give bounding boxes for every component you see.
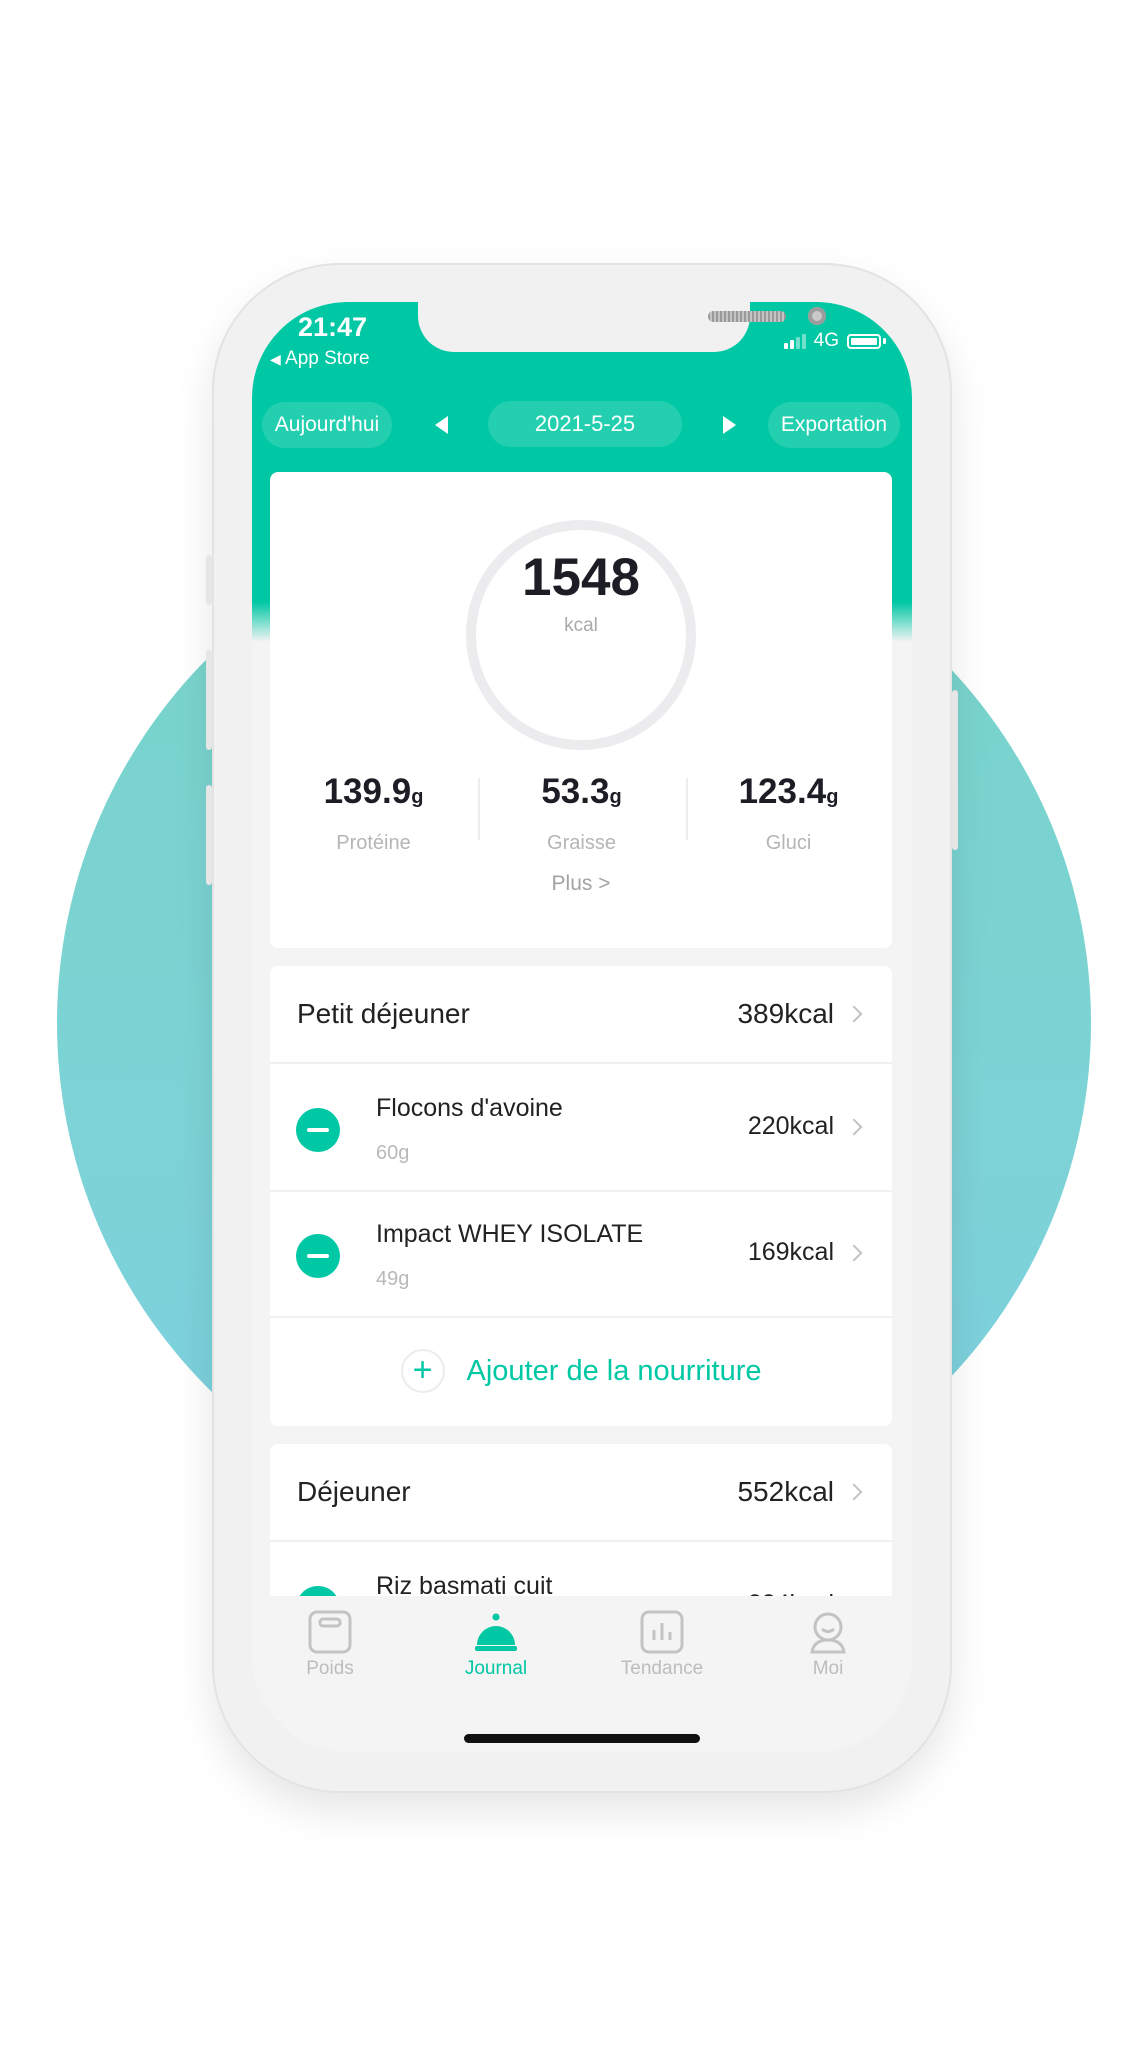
plus-icon: + (400, 1349, 445, 1393)
meal-calories: 389kcal (737, 998, 834, 1029)
meal-name: Déjeuner (297, 1476, 411, 1507)
network-label: 4G (813, 330, 839, 351)
food-cloche-icon (474, 1610, 518, 1654)
previous-day-icon[interactable] (435, 416, 448, 434)
notch (418, 302, 826, 352)
meal-header-breakfast[interactable]: Petit déjeuner 389kcal (270, 966, 892, 1064)
tab-poids[interactable]: Poids (270, 1610, 390, 1680)
battery-nub (883, 338, 886, 344)
add-food-label: Ajouter de la nourriture (466, 1354, 762, 1387)
macro-carbs: 123.4g Gluci (685, 772, 892, 855)
calories-unit: kcal (564, 615, 598, 636)
next-day-icon[interactable] (723, 416, 736, 434)
food-name: Impact WHEY ISOLATE (376, 1220, 644, 1248)
back-triangle-icon: ◀ (270, 351, 281, 367)
bar-chart-icon (640, 1610, 684, 1654)
food-quantity: 49g (376, 1268, 410, 1290)
mute-switch (206, 555, 212, 605)
home-indicator[interactable] (464, 1734, 700, 1743)
food-calories: 169kcal (747, 1238, 834, 1266)
tab-label: Moi (812, 1658, 844, 1679)
app-screen: 21:47 ◀ App Store 4G Aujourd'hui 2021-5-… (252, 302, 912, 1752)
fat-unit: g (609, 786, 622, 808)
total-calories: 1548 (522, 548, 640, 607)
meal-calories: 552kcal (737, 1476, 834, 1507)
carbs-label: Gluci (765, 832, 812, 854)
food-item[interactable]: Flocons d'avoine 60g 220kcal (270, 1064, 892, 1192)
bottom-tab-bar: Poids Journal Tendance Moi (252, 1596, 912, 1752)
food-item[interactable]: Impact WHEY ISOLATE 49g 169kcal (270, 1190, 892, 1318)
meal-name: Petit déjeuner (297, 998, 470, 1029)
add-food-button[interactable]: + Ajouter de la nourriture (270, 1316, 892, 1426)
tab-label: Journal (464, 1658, 528, 1679)
volume-down-button (206, 785, 212, 885)
export-button[interactable]: Exportation (768, 402, 900, 448)
nutrition-summary-card: 1548 kcal 139.9g Protéine 53.3g Graisse … (270, 472, 892, 948)
tab-journal[interactable]: Journal (436, 1610, 556, 1680)
food-name: Flocons d'avoine (376, 1094, 563, 1122)
fat-label: Graisse (547, 832, 616, 854)
tab-tendance[interactable]: Tendance (602, 1610, 722, 1680)
food-calories: 220kcal (747, 1112, 834, 1140)
macro-protein: 139.9g Protéine (270, 772, 477, 855)
meal-card-breakfast: Petit déjeuner 389kcal Flocons d'avoine … (270, 966, 892, 1426)
chevron-right-icon (845, 1483, 863, 1501)
scale-icon (308, 1610, 352, 1654)
date-selector[interactable]: 2021-5-25 (488, 401, 682, 447)
meal-header-lunch[interactable]: Déjeuner 552kcal (270, 1444, 892, 1542)
signal-icon (783, 333, 806, 349)
protein-value: 139.9 (323, 772, 412, 811)
user-icon (806, 1610, 850, 1654)
tab-label: Tendance (620, 1658, 704, 1679)
status-indicators: 4G (783, 330, 886, 352)
macro-fat: 53.3g Graisse (478, 772, 685, 855)
back-to-app-link[interactable]: ◀ App Store (270, 348, 370, 370)
chevron-right-icon (845, 1005, 863, 1023)
carbs-unit: g (826, 786, 839, 808)
fat-value: 53.3 (541, 772, 610, 811)
tab-label: Poids (306, 1658, 354, 1679)
volume-up-button (206, 650, 212, 750)
today-button[interactable]: Aujourd'hui (262, 402, 392, 448)
chevron-right-icon (845, 1244, 863, 1261)
remove-food-icon[interactable] (296, 1108, 340, 1152)
tab-moi[interactable]: Moi (768, 1610, 888, 1680)
power-button (952, 690, 958, 850)
remove-food-icon[interactable] (296, 1234, 340, 1278)
carbs-value: 123.4 (738, 772, 827, 811)
chevron-right-icon (845, 1118, 863, 1135)
status-time: 21:47 (298, 312, 368, 342)
battery-icon (847, 333, 881, 349)
back-app-label: App Store (285, 348, 370, 369)
food-quantity: 60g (376, 1142, 410, 1164)
protein-unit: g (411, 786, 424, 808)
more-nutrients-link[interactable]: Plus > (270, 872, 892, 896)
front-camera (808, 307, 826, 325)
speaker-grille (708, 311, 786, 322)
protein-label: Protéine (336, 832, 411, 854)
